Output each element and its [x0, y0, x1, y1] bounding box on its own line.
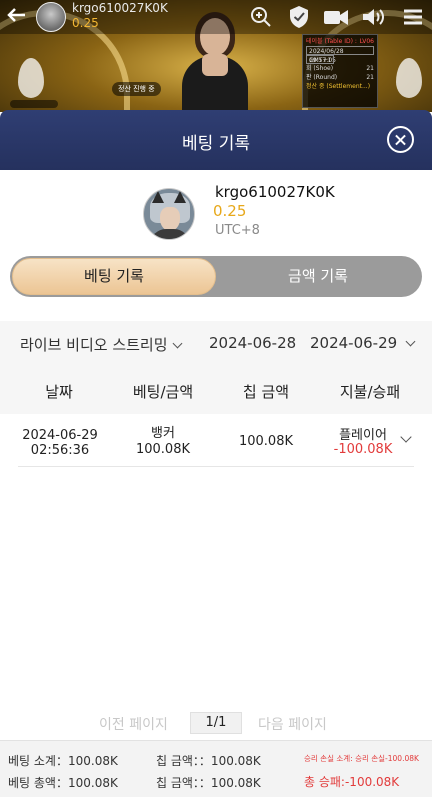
chevron-down-icon [405, 336, 416, 347]
round-label: 판 (Round) [306, 74, 338, 81]
close-button[interactable] [387, 126, 414, 153]
stream-balance: 0.25 [72, 16, 99, 30]
game-filter-dropdown[interactable]: 라이브 비디오 스트리밍 [20, 334, 182, 355]
settlement-tag: 정산 진행 중 [112, 82, 161, 96]
row-chip-amount: 100.08K [238, 434, 293, 449]
stream-avatar [36, 2, 66, 32]
modal-title: 베팅 기록 [182, 134, 250, 154]
table-info-panel: 테이블 (Table ID) : LV06 2024/06/28 19:57:05… [302, 34, 378, 108]
end-date-picker[interactable]: 2024-06-29 [310, 334, 416, 352]
row-time: 02:56:36 [30, 443, 90, 458]
chip-subtotal: 칩 금액：：100.08K [156, 754, 261, 768]
row-win-loss: -100.08K [333, 442, 393, 457]
prev-page-button[interactable]: 이전 페이지 [99, 714, 168, 734]
col-header-chip: 칩 금액 [242, 383, 290, 401]
game-filter-label: 라이브 비디오 스트리밍 [20, 336, 168, 354]
page-indicator: 1/1 [190, 712, 242, 734]
panel-timezone: GMT+1 [306, 55, 335, 64]
profile-timezone: UTC+8 [215, 223, 260, 238]
tab-bet-history[interactable]: 베팅 기록 [12, 258, 216, 295]
panel-date: 2024/06/28 19:57:05 [306, 46, 374, 64]
summary-footer: 베팅 소계：100.08K 칩 금액：：100.08K 승리 손실 소계: 승리… [0, 740, 432, 797]
winloss-total: 총 승패:-100.08K [304, 775, 400, 789]
table-id-label: 테이블 (Table ID) : [306, 38, 357, 45]
video-camera-icon[interactable] [322, 4, 348, 30]
profile-balance: 0.25 [213, 202, 247, 220]
next-page-button[interactable]: 다음 페이지 [258, 714, 327, 734]
shoe-label: 회 (Shoe) [306, 65, 334, 72]
live-video-stream[interactable]: krgo610027K0K 0.25 정산 진행 중 테이블 (Table ID… [0, 0, 432, 112]
menu-icon[interactable] [400, 4, 426, 30]
bet-subtotal: 베팅 소계：100.08K [8, 754, 118, 768]
bet-total: 베팅 총액：100.08K [8, 776, 118, 790]
tab-amount-history[interactable]: 금액 기록 [216, 258, 420, 295]
speaker-icon[interactable] [360, 4, 386, 30]
end-date-label: 2024-06-29 [310, 334, 398, 352]
decor-drop [18, 58, 44, 98]
record-tabs: 베팅 기록 금액 기록 [10, 256, 422, 297]
row-divider [18, 466, 414, 467]
round-value: 21 [366, 74, 374, 81]
row-payout-on: 플레이어 [339, 428, 387, 443]
profile-username: krgo610027K0K [215, 183, 335, 201]
stream-chip [10, 100, 58, 108]
start-date-picker[interactable]: 2024-06-28 [209, 334, 296, 352]
row-bet-amount: 100.08K [135, 442, 190, 457]
winloss-subtotal: 승리 손실 소계: 승리 손실-100.08K [304, 754, 419, 763]
col-header-date: 날짜 [45, 383, 73, 401]
chip-total: 칩 금액：：100.08K [156, 776, 261, 790]
zoom-icon[interactable] [248, 4, 274, 30]
shield-check-icon[interactable] [286, 4, 312, 30]
row-bet-on: 뱅커 [151, 426, 175, 441]
shoe-value: 21 [366, 65, 374, 72]
modal-header: 베팅 기록 [0, 110, 432, 170]
back-arrow-icon[interactable] [6, 4, 28, 26]
decor-drop [396, 58, 422, 98]
stream-username: krgo610027K0K [72, 1, 168, 15]
row-date: 2024-06-29 [22, 428, 98, 443]
chevron-down-icon [172, 338, 182, 349]
user-avatar [143, 188, 195, 240]
col-header-payout: 지불/승패 [339, 383, 401, 401]
col-header-bet: 베팅/금액 [132, 383, 194, 401]
table-id: LV06 [359, 38, 374, 45]
settlement-status: 정산 중 (Settlement...) [306, 83, 371, 90]
